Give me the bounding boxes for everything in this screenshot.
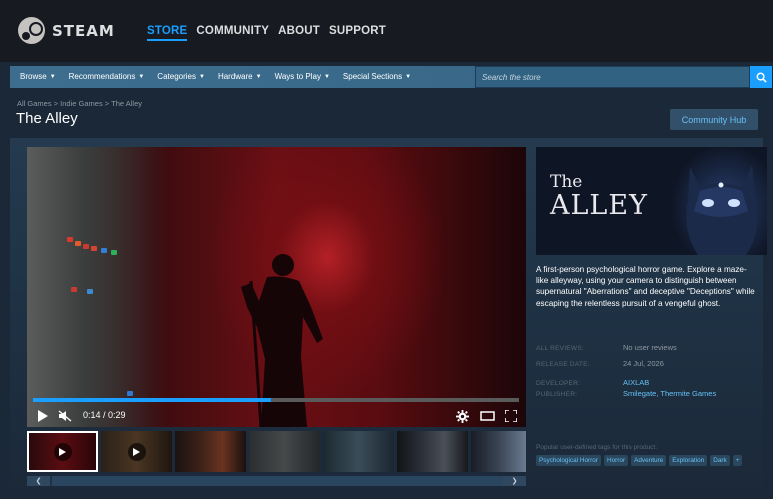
nav-store[interactable]: STORE <box>147 25 188 41</box>
video-scene-light <box>75 241 81 246</box>
reviews-label: ALL REVIEWS: <box>536 345 584 352</box>
theater-mode-icon <box>479 411 495 421</box>
thumbnail-scroll-right[interactable]: ❯ <box>503 476 526 486</box>
nav-community[interactable]: COMMUNITY <box>196 25 269 41</box>
tag-dark[interactable]: Dark <box>710 455 730 466</box>
main-nav: STORE COMMUNITY ABOUT SUPPORT <box>147 25 386 41</box>
video-scene-light <box>101 248 107 253</box>
publisher-link[interactable]: Smilegate, Thermite Games <box>623 389 716 398</box>
breadcrumb-the-alley[interactable]: The Alley <box>111 99 142 108</box>
store-nav-special-sections[interactable]: Special Sections ▼ <box>343 72 411 81</box>
tag-psychological-horror[interactable]: Psychological Horror <box>536 455 601 466</box>
chevron-down-icon: ▼ <box>255 73 262 80</box>
breadcrumb-indie-games[interactable]: Indie Games <box>60 99 103 108</box>
breadcrumb-separator: > <box>53 99 59 108</box>
release-date-label: RELEASE DATE: <box>536 361 590 368</box>
thumbnail-scrollbar-handle[interactable] <box>52 476 522 486</box>
fullscreen-button[interactable] <box>504 409 518 423</box>
video-scene-light <box>127 391 133 396</box>
breadcrumb: All Games > Indie Games > The Alley <box>17 99 142 108</box>
video-controls: 0:14 / 0:29 <box>27 404 526 427</box>
tag-horror[interactable]: Horror <box>603 455 629 466</box>
thumbnail-video-1[interactable] <box>27 431 98 472</box>
thumbnail-scroll-left[interactable]: ❮ <box>27 476 50 486</box>
reviews-value: No user reviews <box>623 343 677 352</box>
search-button[interactable] <box>750 66 772 88</box>
search-icon <box>756 72 767 83</box>
thumbnail-scrollbar[interactable] <box>27 476 526 486</box>
video-scene-light <box>71 287 77 292</box>
theater-mode-button[interactable] <box>479 409 495 423</box>
chevron-right-icon: ❯ <box>511 478 518 485</box>
steam-logo-text: STEAM <box>52 21 115 40</box>
breadcrumb-separator: > <box>104 99 110 108</box>
release-date-row: RELEASE DATE: 24 Jul, 2026 <box>536 359 664 368</box>
store-nav-ways-to-play[interactable]: Ways to Play ▼ <box>275 72 330 81</box>
page-title: The Alley <box>16 110 78 127</box>
reviews-row: ALL REVIEWS: No user reviews <box>536 343 677 352</box>
developer-label: DEVELOPER: <box>536 380 581 387</box>
thumbnail-screenshot-5[interactable] <box>471 431 526 472</box>
chevron-down-icon: ▼ <box>49 73 56 80</box>
thumbnail-screenshot-4[interactable] <box>397 431 468 472</box>
video-player[interactable] <box>27 147 526 427</box>
capsule-cat-art <box>686 165 758 255</box>
video-scene-light <box>67 237 73 242</box>
play-icon <box>53 442 72 461</box>
thumbnail-video-2[interactable] <box>101 431 172 472</box>
fullscreen-icon <box>505 410 517 422</box>
volume-muted-icon <box>58 410 71 422</box>
store-nav-hardware[interactable]: Hardware ▼ <box>218 72 262 81</box>
search-input[interactable] <box>475 66 750 88</box>
community-hub-button[interactable]: Community Hub <box>670 109 758 130</box>
video-progress-bar[interactable] <box>33 398 519 402</box>
tag-list: Psychological Horror Horror Adventure Ex… <box>536 455 743 466</box>
capsule-logo: The ALLEY <box>550 172 648 221</box>
nav-support[interactable]: SUPPORT <box>329 25 386 41</box>
thumbnail-screenshot-2[interactable] <box>249 431 320 472</box>
video-settings-button[interactable] <box>455 409 469 423</box>
game-capsule-image: The ALLEY <box>536 147 767 255</box>
play-icon <box>37 410 48 422</box>
media-thumbnail-strip <box>27 431 526 472</box>
play-icon <box>127 442 146 461</box>
store-nav-browse[interactable]: Browse ▼ <box>20 72 56 81</box>
release-date-value: 24 Jul, 2026 <box>623 359 664 368</box>
video-scene-light <box>91 246 97 251</box>
chevron-down-icon: ▼ <box>323 73 330 80</box>
store-nav-recommendations[interactable]: Recommendations ▼ <box>69 72 145 81</box>
tag-adventure[interactable]: Adventure <box>631 455 667 466</box>
nav-about[interactable]: ABOUT <box>278 25 320 41</box>
breadcrumb-all-games[interactable]: All Games <box>17 99 52 108</box>
play-button[interactable] <box>35 409 49 423</box>
store-nav: Browse ▼ Recommendations ▼ Categories ▼ Har… <box>10 66 772 88</box>
add-tag-button[interactable]: + <box>732 455 743 466</box>
chevron-down-icon: ▼ <box>405 73 412 80</box>
store-nav-categories[interactable]: Categories ▼ <box>157 72 205 81</box>
global-header: STEAM STORE COMMUNITY ABOUT SUPPORT <box>0 0 773 62</box>
steam-logo[interactable]: STEAM <box>18 17 115 44</box>
developer-link[interactable]: AIXLAB <box>623 378 649 387</box>
game-description: A first-person psychological horror game… <box>536 265 755 308</box>
chevron-down-icon: ▼ <box>198 73 205 80</box>
chevron-down-icon: ▼ <box>138 73 145 80</box>
video-scene-light <box>83 244 89 249</box>
developer-row: DEVELOPER: AIXLAB <box>536 378 649 387</box>
tags-label: Popular user-defined tags for this produ… <box>536 444 658 451</box>
video-scene-light <box>87 289 93 294</box>
tag-exploration[interactable]: Exploration <box>669 455 708 466</box>
chevron-left-icon: ❮ <box>35 478 42 485</box>
steam-logo-icon <box>18 17 45 44</box>
publisher-row: PUBLISHER: Smilegate, Thermite Games <box>536 389 716 398</box>
publisher-label: PUBLISHER: <box>536 391 578 398</box>
video-time: 0:14 / 0:29 <box>83 410 126 420</box>
video-progress-fill <box>33 398 272 402</box>
gear-icon <box>455 409 469 423</box>
mute-button[interactable] <box>57 409 73 423</box>
video-scene-light <box>111 250 117 255</box>
thumbnail-screenshot-1[interactable] <box>175 431 246 472</box>
thumbnail-screenshot-3[interactable] <box>323 431 394 472</box>
video-scene-wall <box>27 147 167 427</box>
